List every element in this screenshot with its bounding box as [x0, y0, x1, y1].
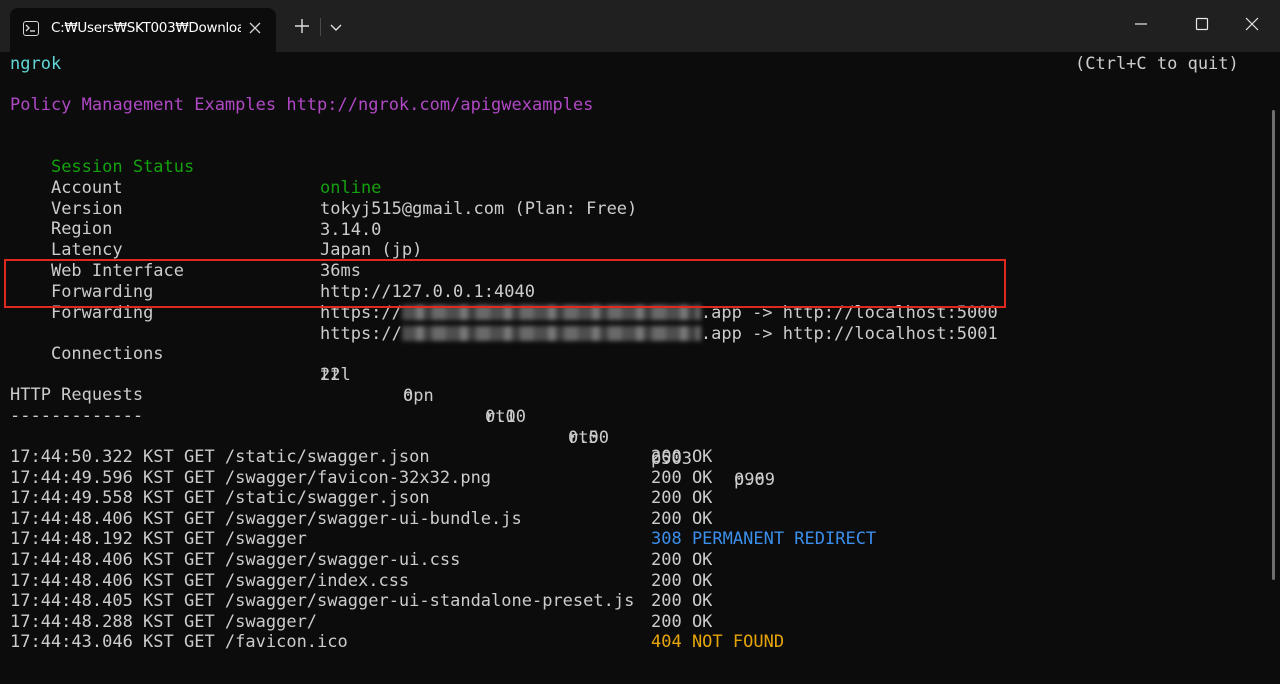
- request-status: 404 NOT FOUND: [651, 632, 785, 653]
- request-text: 17:44:49.596 KST GET /swagger/favicon-32…: [10, 467, 492, 488]
- request-status: 200 OK: [651, 550, 713, 570]
- request-row: 17:44:48.192 KST GET /swagger 308 PERMANE…: [10, 529, 1010, 550]
- request-text: 17:44:43.046 KST GET /favicon.ico: [10, 632, 348, 653]
- minimize-button[interactable]: [1129, 12, 1153, 36]
- conn-value: 0: [403, 386, 414, 406]
- conn-value: 0.00: [485, 407, 526, 427]
- highlight-box: [4, 259, 1006, 308]
- scroll-thumb[interactable]: [1272, 110, 1275, 580]
- latency-row: Latency 36ms: [10, 219, 1010, 281]
- quit-hint: (Ctrl+C to quit): [1075, 54, 1239, 74]
- request-row: 17:44:48.406 KST GET /swagger/swagger-ui…: [10, 550, 1010, 571]
- http-requests-title: HTTP Requests: [10, 385, 144, 405]
- request-row: 17:44:48.406 KST GET /swagger/swagger-ui…: [10, 509, 1010, 530]
- tab-title: C:₩Users₩SKT003₩Download: [51, 20, 241, 36]
- request-status: 200 OK: [651, 508, 713, 529]
- request-row: 17:44:48.406 KST GET /swagger/index.css 2…: [10, 571, 1010, 592]
- web-interface-row: Web Interface http://127.0.0.1:4040: [10, 240, 1010, 302]
- request-row: 17:44:49.558 KST GET /static/swagger.jso…: [10, 488, 1010, 509]
- request-text: 17:44:48.406 KST GET /swagger/swagger-ui…: [10, 508, 522, 529]
- chevron-down-icon[interactable]: [328, 20, 344, 34]
- app-name: ngrok: [10, 54, 62, 74]
- terminal-icon: [23, 21, 39, 36]
- request-text: 17:44:48.288 KST GET /swagger/: [10, 611, 318, 632]
- request-text: 17:44:49.558 KST GET /static/swagger.jso…: [10, 488, 430, 509]
- request-text: 17:44:48.406 KST GET /swagger/index.css: [10, 570, 410, 591]
- request-status: 200 OK: [651, 570, 713, 591]
- version-row: Version 3.14.0: [10, 178, 1010, 240]
- request-text: 17:44:48.192 KST GET /swagger: [10, 529, 307, 550]
- request-row: 17:44:48.405 KST GET /swagger/swagger-ui…: [10, 591, 1010, 612]
- region-row: Region Japan (jp): [10, 198, 1010, 260]
- account-row: Account tokyj515@gmail.com (Plan: Free): [10, 157, 1010, 219]
- promo-line: Policy Management Examples http://ngrok.…: [10, 95, 594, 115]
- request-status: 200 OK: [651, 611, 713, 632]
- maximize-button[interactable]: [1190, 12, 1214, 36]
- request-row: 17:44:43.046 KST GET /favicon.ico 404 NOT…: [10, 632, 1010, 653]
- connections-header-row: Connections ttl opn rt1 rt5 p50 p90: [10, 323, 1010, 490]
- request-status: 200 OK: [651, 591, 713, 612]
- conn-value: 0.00: [568, 428, 609, 448]
- request-text: 17:44:48.406 KST GET /swagger/swagger-ui…: [10, 550, 461, 570]
- terminal-output[interactable]: ngrok (Ctrl+C to quit) Policy Management…: [0, 52, 1266, 684]
- request-row: 17:44:50.322 KST GET /static/swagger.jso…: [10, 447, 1010, 468]
- close-window-button[interactable]: [1240, 12, 1264, 36]
- new-tab-button[interactable]: [292, 16, 312, 36]
- http-requests-underline: -------------: [10, 406, 144, 426]
- title-bar: C:₩Users₩SKT003₩Download: [0, 0, 1280, 52]
- conn-value: 22: [320, 365, 341, 385]
- request-text: 17:44:50.322 KST GET /static/swagger.jso…: [10, 447, 430, 467]
- connections-values-row: 22 0 0.00 0.00 0.03 0.69: [10, 344, 1010, 490]
- request-row: 17:44:49.596 KST GET /swagger/favicon-32…: [10, 468, 1010, 489]
- request-status: 200 OK: [651, 488, 713, 509]
- request-row: 17:44:48.288 KST GET /swagger/200 OK: [10, 612, 1010, 633]
- request-status: 200 OK: [651, 447, 713, 467]
- request-status: 200 OK: [651, 467, 713, 488]
- tab-separator: [320, 18, 321, 36]
- session-row: Session Status online: [10, 136, 1010, 198]
- terminal-tab[interactable]: C:₩Users₩SKT003₩Download: [10, 8, 276, 52]
- request-status: 308 PERMANENT REDIRECT: [651, 529, 877, 550]
- request-text: 17:44:48.405 KST GET /swagger/swagger-ui…: [10, 591, 635, 612]
- close-tab-icon[interactable]: [247, 20, 263, 36]
